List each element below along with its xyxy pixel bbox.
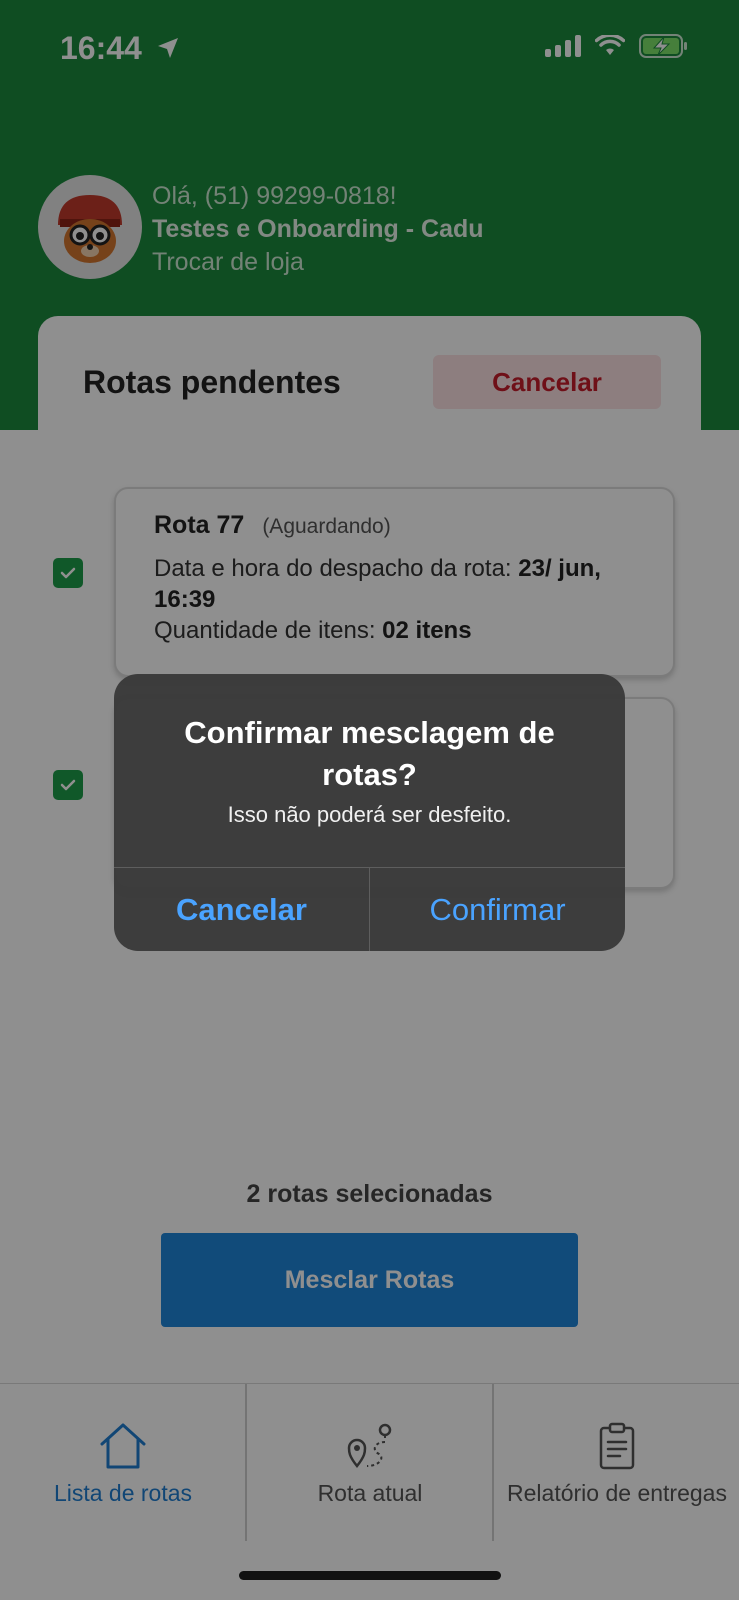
dialog-message: Isso não poderá ser desfeito. (227, 802, 512, 827)
confirm-merge-dialog: Confirmar mesclagem de rotas? Isso não p… (114, 674, 625, 951)
dialog-title: Confirmar mesclagem de rotas? (184, 715, 555, 792)
dialog-confirm-button[interactable]: Confirmar (370, 868, 625, 951)
home-indicator (239, 1571, 501, 1580)
dialog-cancel-button[interactable]: Cancelar (114, 868, 369, 951)
